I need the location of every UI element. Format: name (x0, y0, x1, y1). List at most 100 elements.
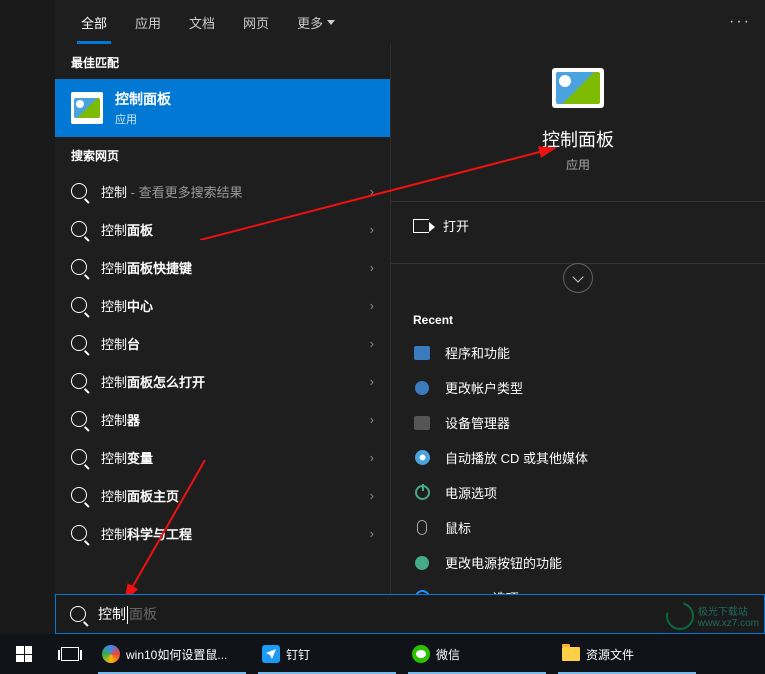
folder-icon (562, 647, 580, 661)
expand-button[interactable] (563, 263, 593, 293)
result-text: 控制面板 (101, 220, 356, 239)
taskbar: win10如何设置鼠... 钉钉 微信 资源文件 (0, 634, 765, 674)
search-web-header: 搜索网页 (55, 137, 390, 172)
task-view-button[interactable] (48, 634, 92, 674)
search-icon (71, 335, 87, 351)
recent-header: Recent (391, 293, 765, 335)
options-button[interactable]: ··· (729, 13, 751, 31)
tab-docs[interactable]: 文档 (175, 0, 229, 44)
dingtalk-icon (262, 645, 280, 663)
search-result[interactable]: 控制变量 › (55, 438, 390, 476)
search-result[interactable]: 控制台› (55, 324, 390, 362)
recent-item[interactable]: 更改帐户类型 (391, 370, 765, 405)
open-icon (413, 219, 429, 233)
tab-more[interactable]: 更多 (283, 0, 349, 44)
tab-web[interactable]: 网页 (229, 0, 283, 44)
windows-icon (16, 646, 32, 662)
task-view-icon (61, 647, 79, 661)
chevron-right-icon: › (370, 260, 374, 275)
chevron-right-icon: › (370, 488, 374, 503)
recent-item[interactable]: 程序和功能 (391, 335, 765, 370)
taskbar-app-label: 微信 (436, 646, 460, 663)
search-result[interactable]: 控制面板 › (55, 210, 390, 248)
tab-apps[interactable]: 应用 (121, 0, 175, 44)
control-panel-icon (71, 92, 103, 124)
search-result[interactable]: 控制面板怎么打开› (55, 362, 390, 400)
result-text: 控制面板主页 (101, 486, 356, 505)
results-pane: 最佳匹配 控制面板 应用 搜索网页 控制 - 查看更多搜索结果›控制面板›控制面… (55, 44, 390, 634)
result-text: 控制科学与工程 (101, 524, 356, 543)
search-result[interactable]: 控制面板主页 › (55, 476, 390, 514)
search-icon (71, 449, 87, 465)
chevron-right-icon: › (370, 526, 374, 541)
result-text: 控制面板怎么打开 (101, 372, 356, 391)
best-match-subtitle: 应用 (115, 111, 171, 127)
recent-item-icon (413, 344, 431, 362)
best-match-item[interactable]: 控制面板 应用 (55, 79, 390, 137)
result-text: 控制中心 (101, 296, 356, 315)
search-result[interactable]: 控制中心› (55, 286, 390, 324)
search-result[interactable]: 控制科学与工程 › (55, 514, 390, 552)
result-text: 控制器 (101, 410, 356, 429)
taskbar-app-wechat[interactable]: 微信 (402, 634, 552, 674)
chevron-right-icon: › (370, 184, 374, 199)
recent-item-label: 电源选项 (445, 483, 497, 502)
taskbar-app-explorer[interactable]: 资源文件 (552, 634, 702, 674)
browser-icon (102, 645, 120, 663)
recent-item-icon (413, 554, 431, 572)
recent-item[interactable]: 电源选项 (391, 475, 765, 510)
search-icon (71, 221, 87, 237)
recent-item-icon (413, 379, 431, 397)
chevron-right-icon: › (370, 450, 374, 465)
result-text: 控制变量 (101, 448, 356, 467)
best-match-title: 控制面板 (115, 89, 171, 109)
search-icon (71, 487, 87, 503)
search-icon (71, 373, 87, 389)
wechat-icon (412, 645, 430, 663)
search-icon (71, 259, 87, 275)
search-tabs: 全部 应用 文档 网页 更多 ··· (55, 0, 765, 44)
chevron-right-icon: › (370, 336, 374, 351)
taskbar-app-browser[interactable]: win10如何设置鼠... (92, 634, 252, 674)
taskbar-app-dingtalk[interactable]: 钉钉 (252, 634, 402, 674)
recent-item-label: 更改电源按钮的功能 (445, 553, 562, 572)
preview-pane: 控制面板 应用 打开 Recent 程序和功能更改帐户类型设备管理器自动播放 C… (390, 44, 765, 634)
search-icon (71, 411, 87, 427)
result-text: 控制面板快捷键 (101, 258, 356, 277)
recent-item[interactable]: 鼠标 (391, 510, 765, 545)
chevron-right-icon: › (370, 222, 374, 237)
search-icon (70, 606, 86, 622)
preview-subtitle: 应用 (566, 156, 590, 173)
preview-title: 控制面板 (542, 126, 614, 152)
search-text: 控制面板 (98, 604, 157, 624)
recent-item-label: 设备管理器 (445, 413, 510, 432)
start-search-panel: 全部 应用 文档 网页 更多 ··· 最佳匹配 控制面板 应用 搜索网页 控制 … (55, 0, 765, 634)
result-text: 控制 - 查看更多搜索结果 (101, 182, 356, 201)
recent-item-label: 鼠标 (445, 518, 471, 537)
chevron-right-icon: › (370, 412, 374, 427)
recent-item-icon (413, 519, 431, 537)
search-icon (71, 183, 87, 199)
recent-item-label: 自动播放 CD 或其他媒体 (445, 448, 588, 467)
start-button[interactable] (0, 634, 48, 674)
recent-item[interactable]: 设备管理器 (391, 405, 765, 440)
recent-item-label: 程序和功能 (445, 343, 510, 362)
recent-item-icon (413, 414, 431, 432)
taskbar-app-label: 资源文件 (586, 646, 634, 663)
search-icon (71, 525, 87, 541)
recent-item[interactable]: 更改电源按钮的功能 (391, 545, 765, 580)
chevron-down-icon (572, 271, 583, 282)
search-icon (71, 297, 87, 313)
search-result[interactable]: 控制 - 查看更多搜索结果 › (55, 172, 390, 210)
tab-more-label: 更多 (297, 13, 323, 32)
search-result[interactable]: 控制器 › (55, 400, 390, 438)
open-action[interactable]: 打开 (391, 202, 765, 249)
search-result[interactable]: 控制面板快捷键 › (55, 248, 390, 286)
recent-item-label: 更改帐户类型 (445, 378, 523, 397)
recent-item[interactable]: 自动播放 CD 或其他媒体 (391, 440, 765, 475)
tab-all[interactable]: 全部 (67, 0, 121, 44)
best-match-header: 最佳匹配 (55, 44, 390, 79)
control-panel-icon (552, 68, 604, 108)
chevron-down-icon (327, 20, 335, 25)
search-input[interactable]: 控制面板 (55, 594, 765, 634)
